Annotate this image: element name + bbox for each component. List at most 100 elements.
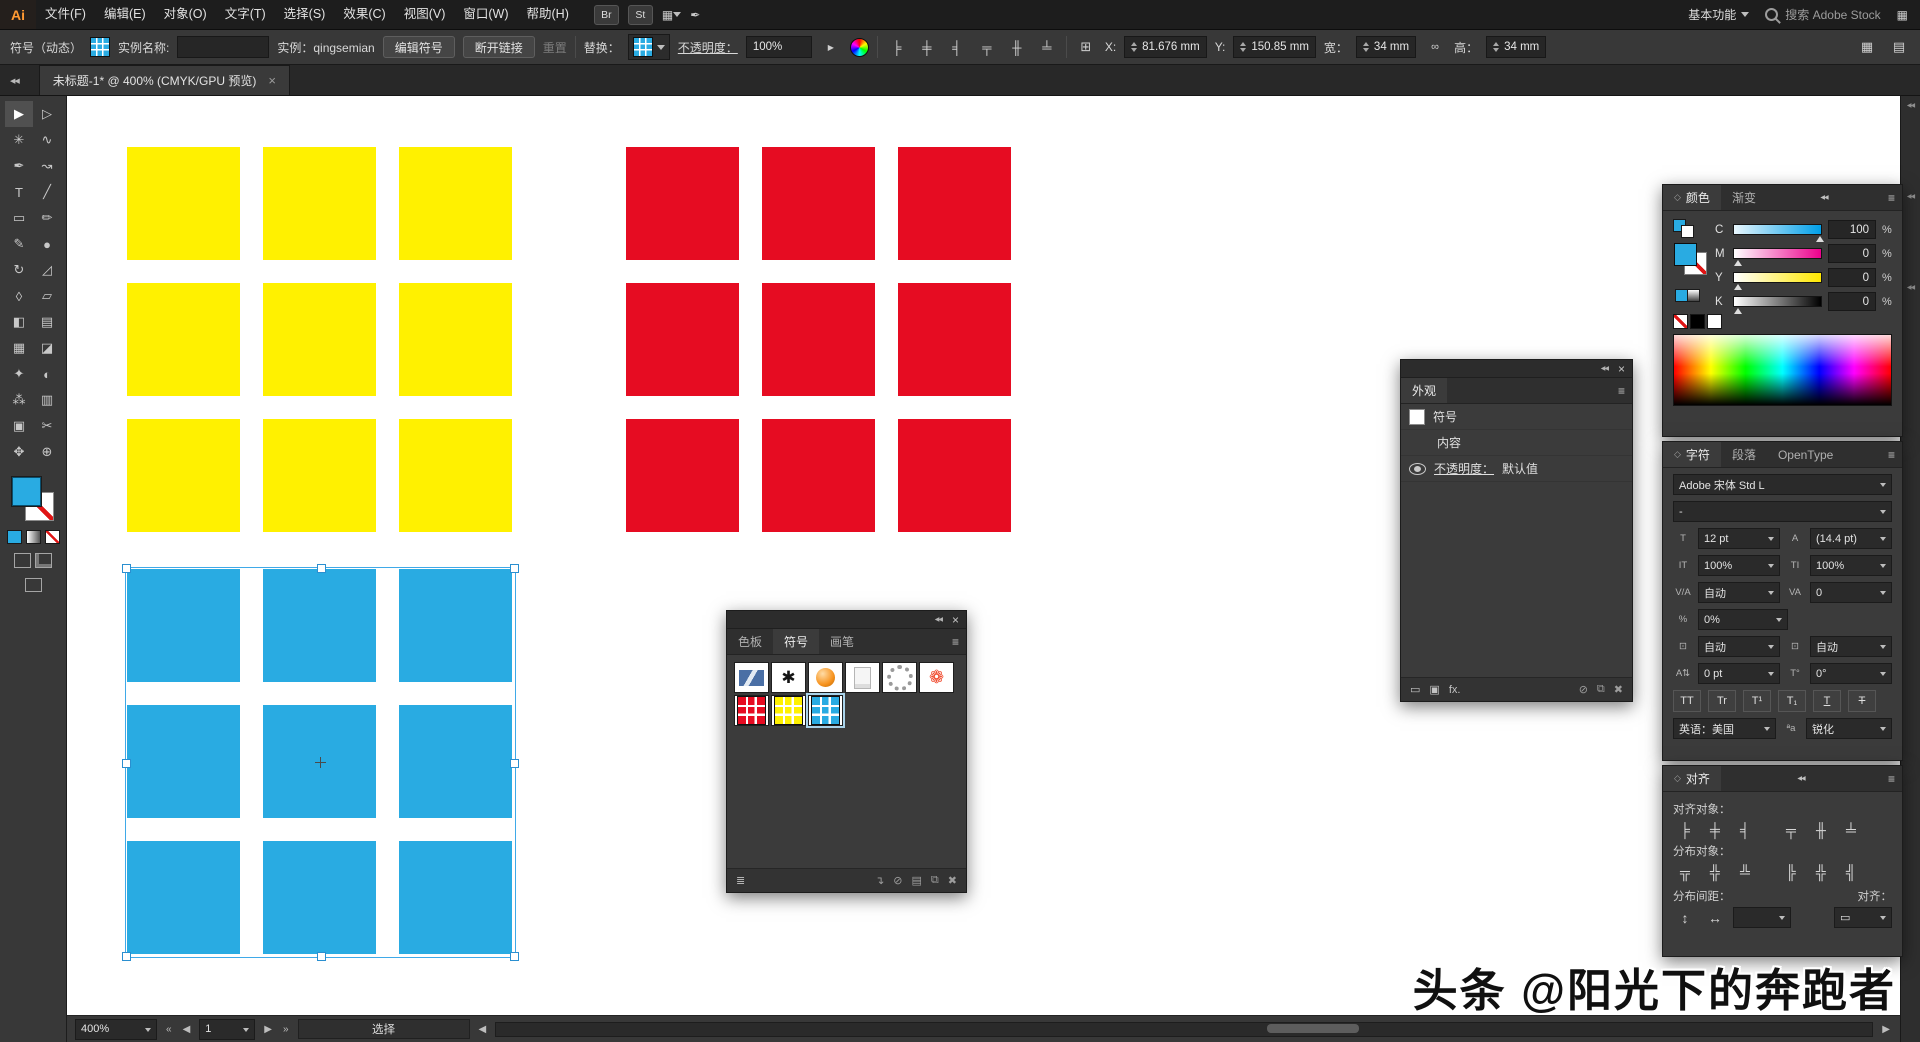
align-vertical-bottom-icon[interactable]: ╧ <box>1839 820 1863 840</box>
artboard-number-select[interactable]: 1 <box>199 1019 255 1040</box>
yellow-square[interactable] <box>127 419 240 532</box>
vertical-scale-select[interactable]: 100% <box>1698 555 1780 576</box>
subscript-button[interactable]: T₁ <box>1778 690 1806 712</box>
red-square[interactable] <box>626 283 739 396</box>
tracking-select[interactable]: 0 <box>1810 582 1892 603</box>
rotate-tool[interactable]: ↻ <box>5 257 33 283</box>
scroll-right-icon[interactable]: ▶ <box>1880 1024 1892 1035</box>
opacity-link[interactable]: 不透明度： <box>1434 460 1494 477</box>
hand-tool[interactable]: ✥ <box>5 439 33 465</box>
black-slider[interactable] <box>1733 296 1822 307</box>
align-horizontal-left-icon[interactable]: ╞ <box>886 37 908 57</box>
panel-collapse-arrows-icon[interactable]: ◀◀ <box>1813 185 1834 210</box>
close-panel-icon[interactable]: × <box>952 615 959 625</box>
constrain-proportions-icon[interactable]: ∞ <box>1424 37 1446 57</box>
red-square[interactable] <box>762 419 875 532</box>
cyan-grid-symbol[interactable] <box>808 695 843 726</box>
blend-tool[interactable]: ◐ <box>33 361 61 387</box>
menu-effect[interactable]: 效果(C) <box>334 0 394 29</box>
stepper-icon[interactable] <box>1493 39 1499 55</box>
white-swatch[interactable] <box>1707 314 1722 329</box>
symbol-sprayer-tool[interactable]: ⁂ <box>5 387 33 413</box>
distribute-top-icon[interactable]: ╦ <box>1673 862 1697 882</box>
type-tool[interactable]: T <box>5 179 33 205</box>
panel-collapse-arrows-icon[interactable]: ◀◀ <box>1790 766 1811 791</box>
baseline-shift-select[interactable]: 0 pt <box>1698 663 1780 684</box>
paper-symbol[interactable] <box>845 662 880 693</box>
black-value-field[interactable]: 0 <box>1828 292 1876 311</box>
red-square[interactable] <box>898 419 1011 532</box>
stepper-icon[interactable] <box>1363 39 1369 55</box>
yellow-square[interactable] <box>127 147 240 260</box>
gradient-mode-icon[interactable] <box>1687 289 1700 302</box>
cyan-square[interactable] <box>399 705 512 818</box>
line-segment-tool[interactable]: ╱ <box>33 179 61 205</box>
fill-color-swatch[interactable] <box>1674 243 1697 266</box>
menu-window[interactable]: 窗口(W) <box>454 0 517 29</box>
screen-mode-button[interactable] <box>25 578 42 592</box>
menu-type[interactable]: 文字(T) <box>216 0 275 29</box>
tab-gradient[interactable]: 渐变 <box>1721 185 1767 210</box>
column-graph-tool[interactable]: ▥ <box>33 387 61 413</box>
horizontal-scale-select[interactable]: 100% <box>1810 555 1892 576</box>
red-grid-artwork[interactable] <box>626 147 1011 532</box>
distribute-bottom-icon[interactable]: ╩ <box>1733 862 1757 882</box>
collapse-panel-icon[interactable]: ◀◀ <box>935 616 942 623</box>
distribute-vertical-center-icon[interactable]: ╬ <box>1703 862 1727 882</box>
bridge-icon[interactable]: Br <box>594 5 619 25</box>
ring-symbol[interactable] <box>882 662 917 693</box>
stock-icon[interactable]: St <box>628 5 653 25</box>
underline-button[interactable]: T <box>1813 690 1841 712</box>
panel-menu-icon[interactable]: ≡ <box>1611 378 1632 403</box>
stepper-icon[interactable] <box>1131 39 1137 55</box>
horizontal-scrollbar[interactable] <box>495 1022 1873 1037</box>
app-grid-icon[interactable]: ▦ <box>1897 8 1908 22</box>
red-square[interactable] <box>898 283 1011 396</box>
panel-menu-icon[interactable]: ≡ <box>1881 442 1902 467</box>
symbol-options-icon[interactable]: ▤ <box>912 874 922 887</box>
paintbrush-tool[interactable]: ✏ <box>33 205 61 231</box>
direct-selection-tool[interactable]: ▷ <box>33 101 61 127</box>
gradient-button[interactable] <box>26 530 41 544</box>
clear-appearance-icon[interactable]: ⊘ <box>1579 683 1588 696</box>
font-size-select[interactable]: 12 pt <box>1698 528 1780 549</box>
place-symbol-icon[interactable]: ↴ <box>875 874 884 887</box>
zoom-level-select[interactable]: 400% <box>75 1019 157 1040</box>
ink-splat-symbol[interactable]: ✱ <box>771 662 806 693</box>
yellow-value-field[interactable]: 0 <box>1828 268 1876 287</box>
appearance-row-opacity[interactable]: 不透明度： 默认值 <box>1401 456 1632 482</box>
width-tool[interactable]: ◊ <box>5 283 33 309</box>
scrollbar-thumb[interactable] <box>1267 1024 1359 1033</box>
none-button[interactable] <box>45 530 60 544</box>
magenta-slider[interactable] <box>1733 248 1822 259</box>
scale-tool[interactable]: ◿ <box>33 257 61 283</box>
panel-collapse-icon[interactable]: ◇ <box>1674 192 1681 203</box>
appearance-row-symbol[interactable]: 符号 <box>1401 404 1632 430</box>
magenta-value-field[interactable]: 0 <box>1828 244 1876 263</box>
workspace-switcher[interactable]: 基本功能 <box>1688 6 1749 23</box>
none-swatch[interactable] <box>1673 314 1688 329</box>
close-panel-icon[interactable]: × <box>1618 364 1625 374</box>
curvature-tool[interactable]: ↝ <box>33 153 61 179</box>
first-artboard-icon[interactable]: « <box>164 1024 174 1035</box>
aki-right-select[interactable]: 自动 <box>1810 636 1892 657</box>
last-artboard-icon[interactable]: » <box>281 1024 291 1035</box>
fill-stroke-widget[interactable] <box>10 477 56 521</box>
distribute-left-icon[interactable]: ╠ <box>1779 862 1803 882</box>
cyan-square[interactable] <box>127 705 240 818</box>
add-fill-icon[interactable]: ▣ <box>1429 683 1439 696</box>
slider-thumb[interactable] <box>1734 280 1742 290</box>
red-grid-symbol[interactable] <box>734 695 769 726</box>
tab-symbols[interactable]: 符号 <box>773 629 819 654</box>
tab-opentype[interactable]: OpenType <box>1767 442 1844 467</box>
stepper-icon[interactable] <box>1240 39 1246 55</box>
color-spectrum[interactable] <box>1673 334 1892 406</box>
proportional-spacing-select[interactable]: 0% <box>1698 609 1788 630</box>
delete-symbol-icon[interactable]: ✖ <box>948 874 957 887</box>
appearance-row-contents[interactable]: 内容 <box>1401 430 1632 456</box>
slider-thumb[interactable] <box>1734 304 1742 314</box>
gradient-tool[interactable]: ◪ <box>33 335 61 361</box>
panel-grid-icon[interactable]: ▦ <box>1856 37 1878 57</box>
pencil-tool[interactable]: ✎ <box>5 231 33 257</box>
align-to-select[interactable]: ▭ <box>1834 907 1892 928</box>
